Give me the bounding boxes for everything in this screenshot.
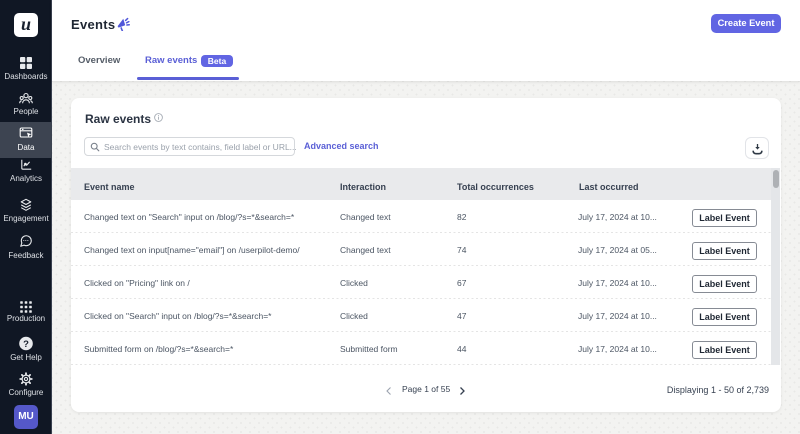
svg-text:?: ?: [23, 339, 29, 350]
